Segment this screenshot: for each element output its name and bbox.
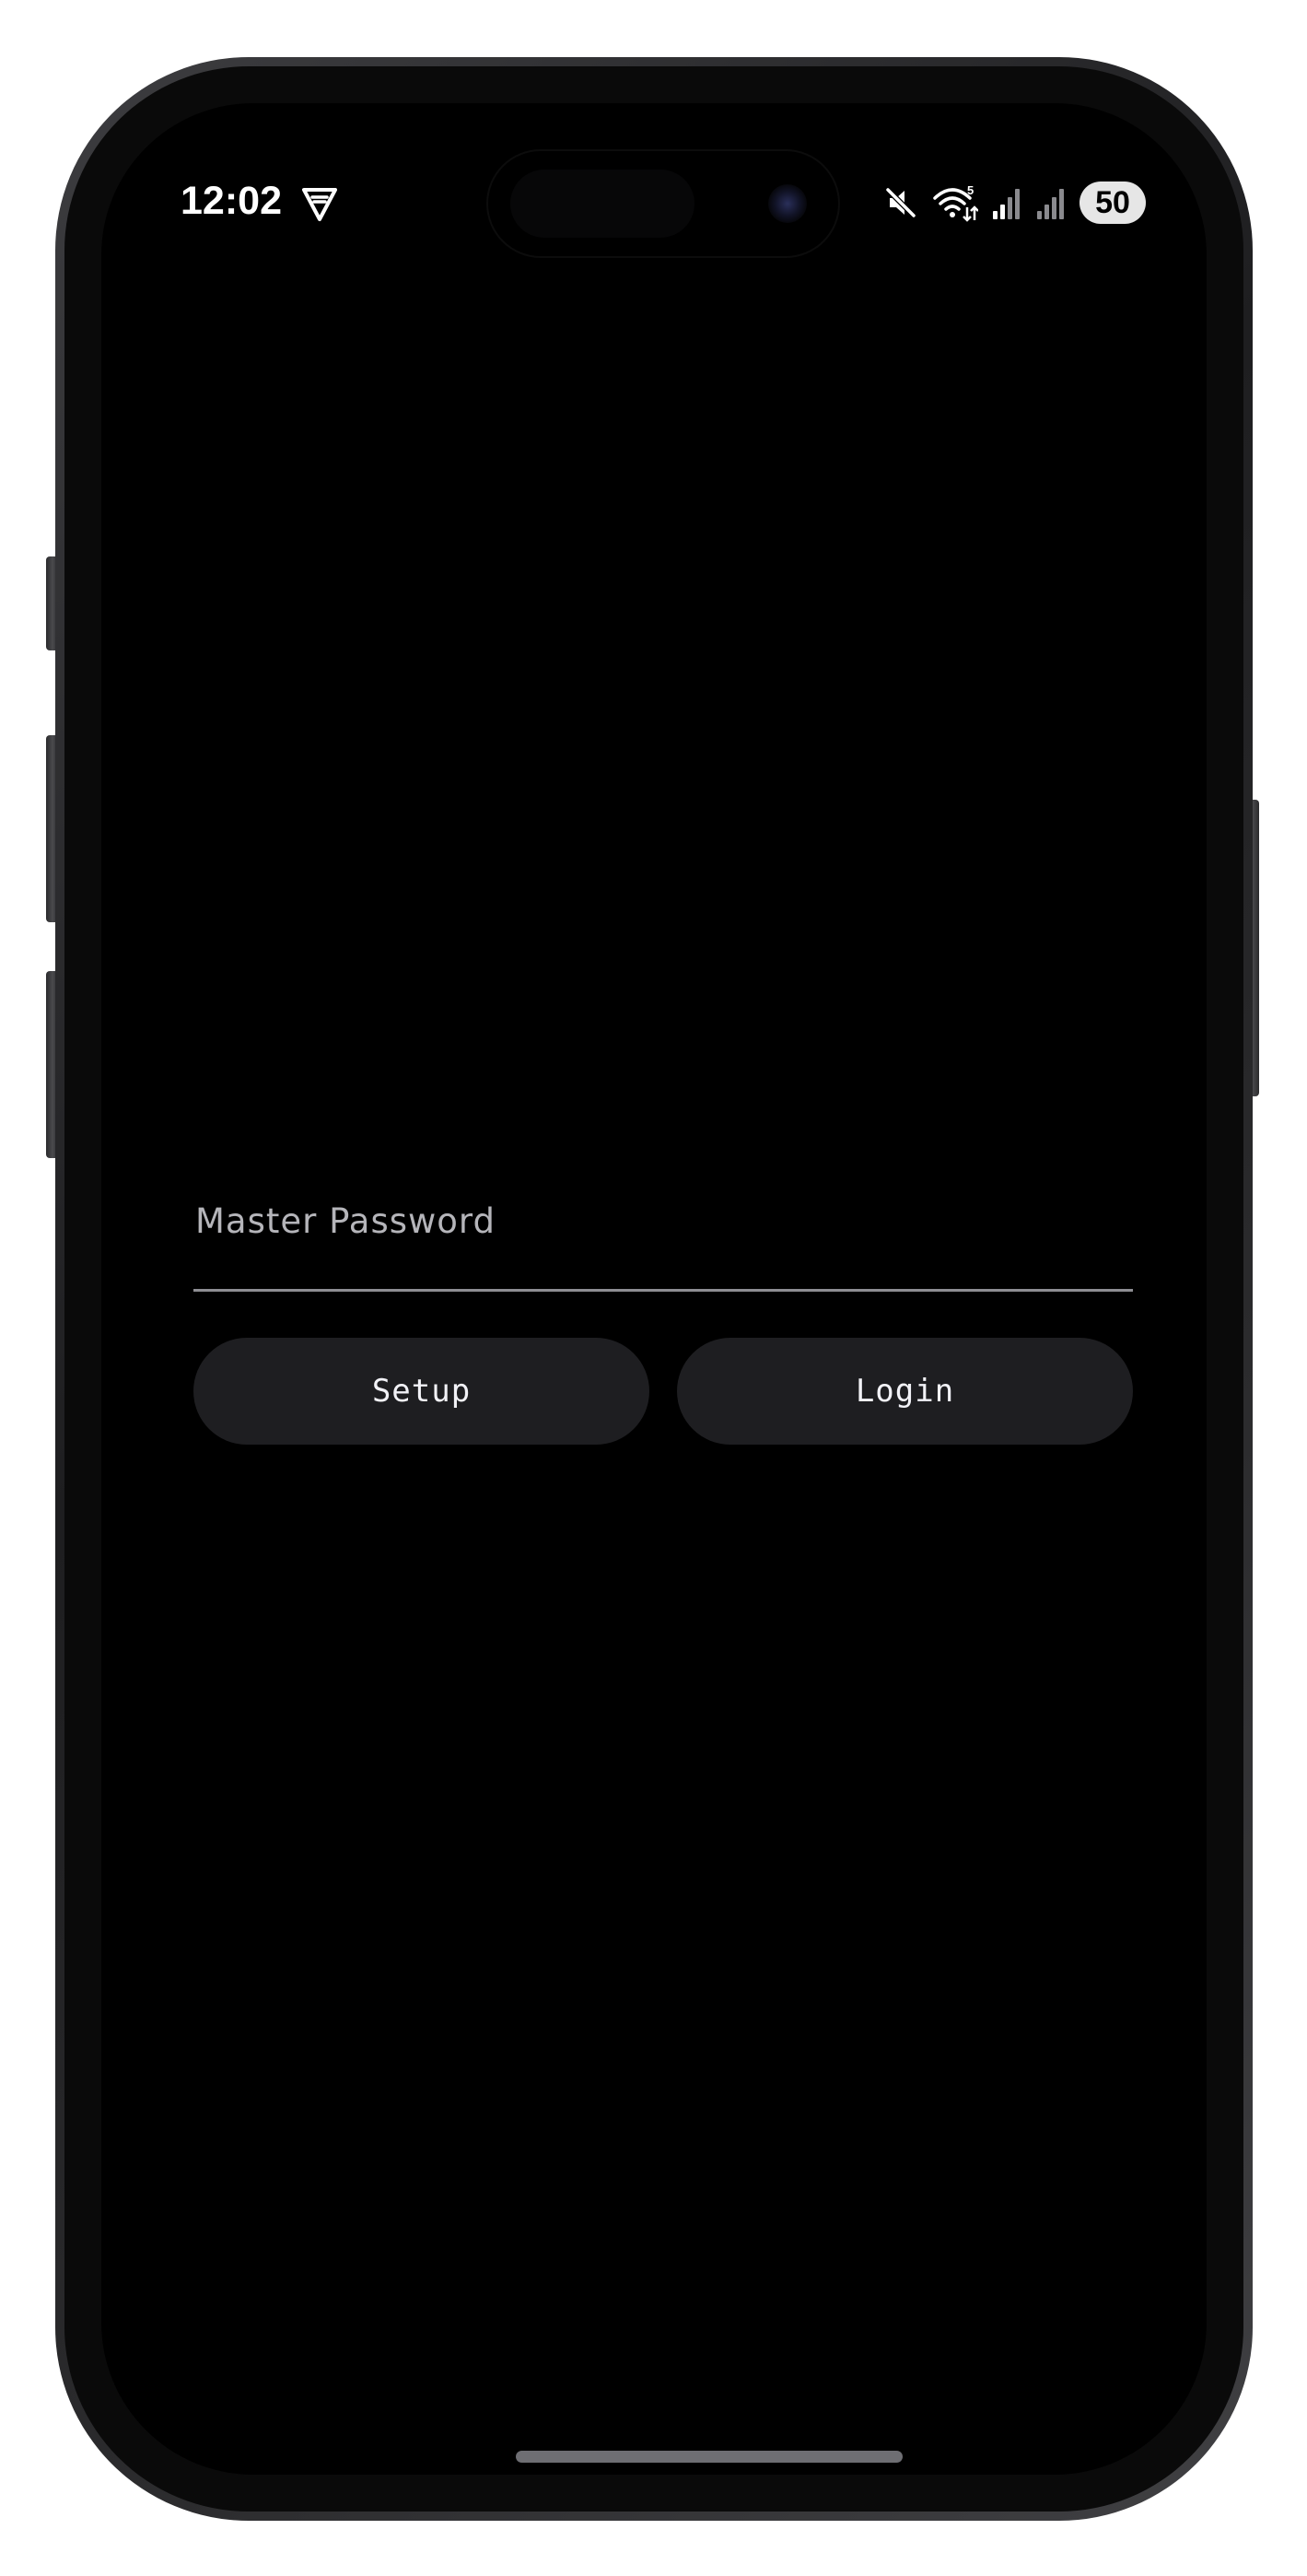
login-button[interactable]: Login bbox=[677, 1338, 1133, 1445]
phone-bezel: 12:02 5 50 Setup Login bbox=[64, 66, 1243, 2512]
status-time: 12:02 bbox=[181, 179, 282, 223]
action-buttons: Setup Login bbox=[193, 1338, 1133, 1445]
status-icons: 5 50 bbox=[882, 181, 1146, 225]
mute-icon bbox=[885, 187, 916, 218]
password-field-container bbox=[193, 1153, 1133, 1292]
phone-frame: 12:02 5 50 Setup Login bbox=[55, 57, 1253, 2521]
front-camera-icon bbox=[768, 184, 807, 223]
cell-signal-icon bbox=[993, 189, 1020, 219]
vpn-shield-icon bbox=[302, 188, 337, 221]
wifi-icon: 5 bbox=[933, 183, 978, 222]
battery-indicator: 50 bbox=[1079, 181, 1146, 224]
wifi-badge: 5 bbox=[967, 183, 974, 197]
device-mockup: 12:02 5 50 Setup Login bbox=[0, 0, 1307, 2576]
dynamic-island bbox=[488, 151, 838, 256]
screen: 12:02 5 50 Setup Login bbox=[101, 103, 1207, 2475]
setup-button[interactable]: Setup bbox=[193, 1338, 649, 1445]
master-password-input[interactable] bbox=[193, 1153, 1133, 1292]
home-indicator[interactable] bbox=[516, 2451, 903, 2463]
cell-signal-secondary-icon bbox=[1037, 189, 1064, 219]
island-sensor bbox=[510, 170, 694, 238]
